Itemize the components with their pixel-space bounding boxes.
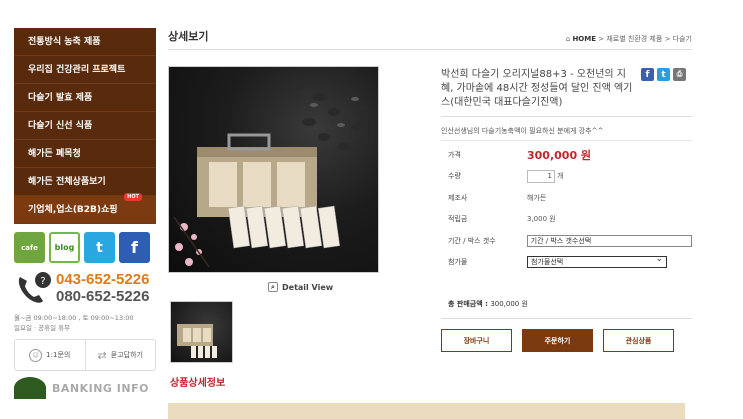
bank-icon: [14, 377, 46, 399]
magnifier-icon: ⌕: [268, 282, 278, 292]
breadcrumb-separator: >: [598, 35, 605, 43]
phone-number-primary[interactable]: 043-652-5226: [56, 271, 149, 288]
menu-item-lung-syrup[interactable]: 해가든 폐목청: [14, 140, 156, 168]
breadcrumb-home[interactable]: HOME: [572, 35, 596, 43]
face-icon: ☺: [29, 348, 43, 362]
quantity-row: 수량 1 개: [441, 166, 692, 188]
quantity-input[interactable]: 1: [527, 169, 555, 183]
home-icon: ⌂: [565, 35, 571, 43]
product-info: f t ⎙ 박선희 다슬기 오리지널88+3 - 오천년의 지혜, 가마솥에 4…: [441, 68, 692, 352]
quantity-label: 수량: [448, 172, 461, 181]
period-select[interactable]: 기간 / 박스 갯수선택: [526, 234, 692, 247]
sidebar: 전통방식 농축 제품 우리집 건강관리 프로젝트 다슬기 발효 제품 다슬기 신…: [14, 28, 156, 399]
breadcrumb-current: 다슬기: [672, 35, 692, 43]
facebook-icon[interactable]: f: [119, 232, 150, 263]
product-detail-link[interactable]: 상품상세정보: [170, 374, 225, 389]
period-label: 기간 / 박스 갯수: [448, 236, 496, 245]
page-header: 상세보기 ⌂ HOME > 재료별 친환경 제품 > 다슬기: [168, 28, 692, 50]
twitter-icon[interactable]: t: [84, 232, 115, 263]
order-button[interactable]: 주문하기: [522, 329, 593, 352]
menu-item-all-products[interactable]: 해가든 전체상품보기: [14, 168, 156, 196]
points-value: 3,000 원: [527, 215, 556, 224]
page-title: 상세보기: [168, 30, 209, 43]
menu-item-fresh[interactable]: 다슬기 신선 식품: [14, 112, 156, 140]
phone-number-secondary[interactable]: 080-652-5226: [56, 288, 149, 305]
phone-icon: ?: [14, 271, 56, 307]
total-label: 총 판매금액 :: [448, 300, 491, 308]
period-row: 기간 / 박스 갯수 기간 / 박스 갯수선택: [441, 230, 692, 252]
price-row: 가격 300,000 원: [441, 144, 692, 166]
hours-holiday: 일요일 · 공휴일 휴무: [14, 324, 71, 332]
price-label: 가격: [448, 150, 461, 159]
breadcrumb-category[interactable]: 재료별 친환경 제품: [606, 35, 662, 43]
product-description: 인산선생님의 다슬기농축액이 필요하신 분에게 강추^^: [441, 127, 604, 135]
quantity-unit: 개: [557, 172, 564, 181]
detail-section-bar: [168, 403, 685, 419]
detail-view-label: Detail View: [282, 282, 334, 292]
banking-info: BANKING INFO: [14, 377, 156, 399]
menu-item-health-project[interactable]: 우리집 건강관리 프로젝트: [14, 56, 156, 84]
main-content: 상세보기 ⌂ HOME > 재료별 친환경 제품 > 다슬기 ⌕ Detail …: [168, 28, 692, 389]
hot-badge: HOT: [124, 193, 142, 201]
menu-item-b2b-label: 기업체,업소(B2B)쇼핑: [28, 205, 118, 215]
divider: [441, 116, 692, 117]
inquiry-box: ☺ 1:1문의 ⇄ 묻고답하기: [14, 339, 156, 371]
maker-label: 제조사: [448, 193, 468, 202]
menu-item-fermented[interactable]: 다슬기 발효 제품: [14, 84, 156, 112]
category-menu: 전통방식 농축 제품 우리집 건강관리 프로젝트 다슬기 발효 제품 다슬기 신…: [14, 28, 156, 224]
twitter-share-icon[interactable]: t: [657, 68, 670, 81]
maker-value: 해가든: [527, 193, 547, 202]
total-price: 총 판매금액 : 300,000 원: [441, 299, 692, 309]
detail-view-button[interactable]: ⌕ Detail View: [268, 282, 333, 292]
svg-text:?: ?: [40, 276, 45, 287]
one-to-one-inquiry-button[interactable]: ☺ 1:1문의: [15, 340, 86, 370]
total-value: 300,000 원: [490, 300, 528, 308]
addon-row: 첨가물 첨가물선택: [441, 252, 692, 274]
price-value: 300,000 원: [527, 148, 592, 162]
menu-item-traditional[interactable]: 전통방식 농축 제품: [14, 28, 156, 56]
points-label: 적립금: [448, 215, 468, 224]
product-spec-rows: 가격 300,000 원 수량 1 개 제조사 해가든 적립금 3,000 원 …: [441, 140, 692, 273]
banking-info-title: BANKING INFO: [52, 381, 149, 395]
qna-label: 묻고답하기: [110, 351, 143, 359]
wishlist-button[interactable]: 관심상품: [603, 329, 674, 352]
product-thumbnail[interactable]: [170, 301, 233, 363]
add-to-cart-button[interactable]: 장바구니: [441, 329, 512, 352]
exchange-icon: ⇄: [97, 348, 107, 362]
one-to-one-label: 1:1문의: [46, 351, 71, 359]
social-links: cafe blog t f: [14, 232, 156, 263]
addon-label: 첨가물: [448, 258, 468, 267]
print-icon[interactable]: ⎙: [673, 68, 686, 81]
hours-weekday: 월~금 09:00~18:00 , 토 09:00~13:00: [14, 314, 134, 322]
menu-item-b2b[interactable]: 기업체,업소(B2B)쇼핑 HOT: [14, 193, 156, 224]
divider: [441, 318, 692, 319]
action-buttons: 장바구니 주문하기 관심상품: [441, 329, 692, 352]
cafe-icon[interactable]: cafe: [14, 232, 45, 263]
blog-icon[interactable]: blog: [49, 232, 80, 263]
breadcrumb: ⌂ HOME > 재료별 친환경 제품 > 다슬기: [566, 34, 692, 44]
product-main-image: [168, 66, 379, 273]
maker-row: 제조사 해가든: [441, 187, 692, 209]
business-hours: 월~금 09:00~18:00 , 토 09:00~13:00 일요일 · 공휴…: [14, 313, 156, 333]
facebook-share-icon[interactable]: f: [641, 68, 654, 81]
share-buttons: f t ⎙: [641, 68, 686, 81]
contact-phones: ? 043-652-5226 080-652-5226: [14, 271, 156, 307]
addon-select[interactable]: 첨가물선택: [527, 254, 667, 269]
qna-button[interactable]: ⇄ 묻고답하기: [86, 340, 156, 370]
points-row: 적립금 3,000 원: [441, 209, 692, 231]
breadcrumb-separator: >: [664, 35, 671, 43]
